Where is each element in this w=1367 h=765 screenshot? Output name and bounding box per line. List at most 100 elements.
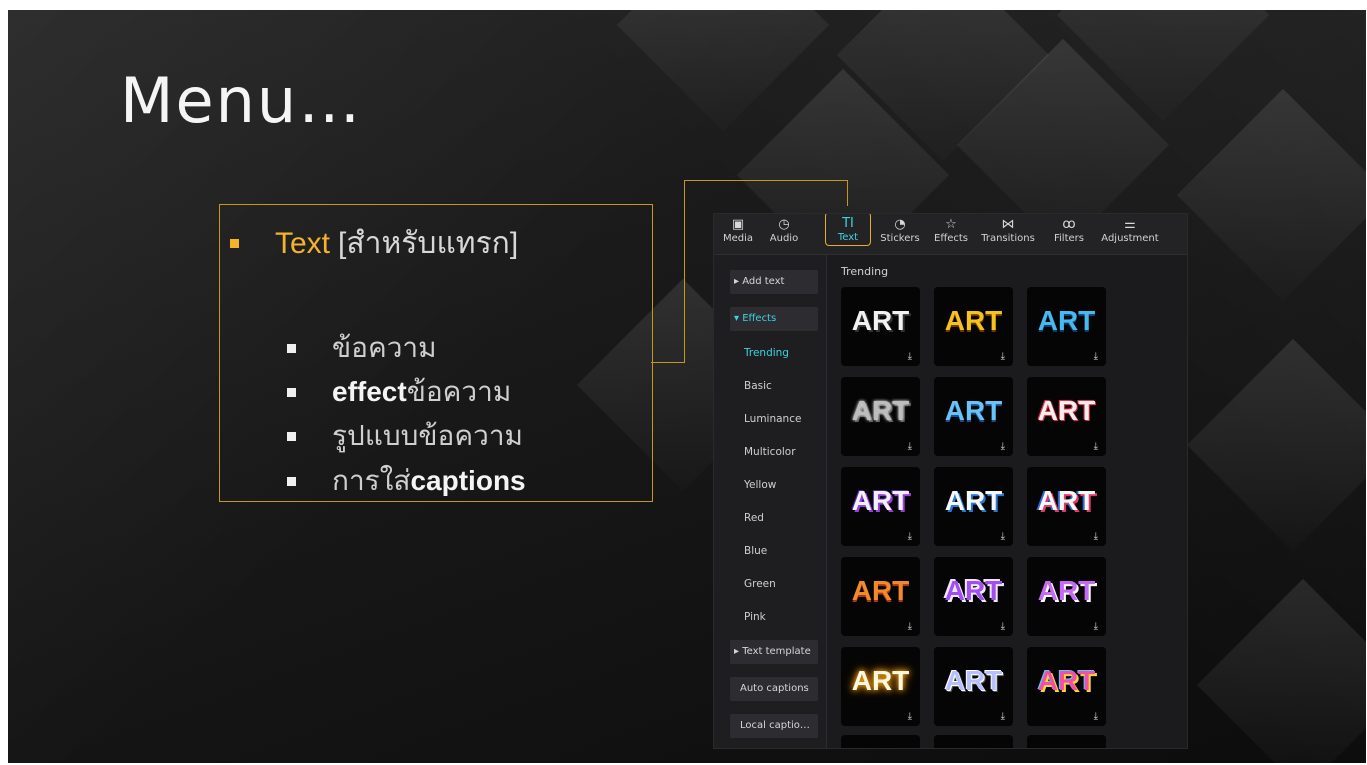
download-icon[interactable]: ⤓: [1001, 351, 1005, 362]
effect-tile[interactable]: ART ⤓: [841, 377, 920, 456]
tile-preview-text: ART: [851, 395, 910, 426]
effect-tile[interactable]: ART ⤓: [841, 647, 920, 726]
background-diamond: [1196, 578, 1366, 763]
category-trending[interactable]: Trending: [744, 347, 789, 359]
tab-label: Media: [722, 233, 754, 244]
tab-audio[interactable]: ◷ Audio: [764, 216, 804, 244]
category-blue[interactable]: Blue: [744, 545, 767, 557]
effect-tile[interactable]: ART ⤓: [841, 557, 920, 636]
tile-preview-text: ART: [944, 395, 1003, 426]
tab-text[interactable]: TI Text: [825, 214, 871, 246]
tab-label: Adjustment: [1101, 233, 1159, 244]
effect-tile[interactable]: ART ⤓: [1027, 647, 1106, 726]
adjustment-icon: ⚌: [1124, 217, 1136, 232]
sub-bullet-bold: effect: [332, 376, 407, 407]
effect-tile[interactable]: ART ⤓: [1027, 557, 1106, 636]
tab-media[interactable]: ▣ Media: [718, 216, 758, 244]
tile-preview-text: ART: [851, 305, 910, 336]
connector-line: [847, 180, 848, 206]
sub-bullet-text: ข้อความ: [332, 332, 437, 363]
tab-filters[interactable]: ꝏ Filters: [1048, 216, 1090, 244]
sub-bullet-text: ข้อความ: [406, 376, 512, 407]
download-icon[interactable]: ⤓: [1094, 441, 1098, 452]
slide-title: Menu…: [120, 64, 363, 137]
download-icon[interactable]: ⤓: [908, 351, 912, 362]
download-icon[interactable]: ⤓: [1094, 531, 1098, 542]
tab-adjustment[interactable]: ⚌ Adjustment: [1096, 216, 1164, 244]
category-pink[interactable]: Pink: [744, 611, 766, 623]
effect-tile[interactable]: ART ⤓: [1027, 467, 1106, 546]
tab-stickers[interactable]: ◔ Stickers: [876, 216, 924, 244]
tab-effects[interactable]: ☆ Effects: [930, 216, 972, 244]
sub-bullet-text: การใส่: [332, 465, 411, 496]
tile-preview-text: ART: [1037, 305, 1096, 336]
download-icon[interactable]: ⤓: [1001, 711, 1005, 722]
effect-tile[interactable]: ART ⤓: [934, 377, 1013, 456]
sub-bullet-text: รูปแบบข้อความ: [332, 420, 523, 451]
tile-preview-text: ART: [944, 665, 1003, 696]
tab-transitions[interactable]: ⋈ Transitions: [976, 216, 1040, 244]
sidebar-auto-captions[interactable]: Auto captions: [730, 677, 818, 701]
effect-tile[interactable]: ART ⤓: [1027, 377, 1106, 456]
effect-tile[interactable]: ART ⤓: [934, 287, 1013, 366]
tab-label: Audio: [769, 233, 799, 244]
category-luminance[interactable]: Luminance: [744, 413, 801, 425]
tile-preview-text: ART: [944, 305, 1003, 336]
download-icon[interactable]: ⤓: [1094, 621, 1098, 632]
download-icon[interactable]: ⤓: [1094, 351, 1098, 362]
bullet-text-label: Text: [275, 226, 331, 260]
effect-tile[interactable]: [841, 735, 920, 748]
download-icon[interactable]: ⤓: [1001, 531, 1005, 542]
bullet-text-note: [สำหรับแทรก]: [338, 227, 519, 260]
download-icon[interactable]: ⤓: [1094, 711, 1098, 722]
tile-preview-text: ART: [1037, 485, 1096, 516]
sub-bullet: การใส่ captions: [287, 459, 526, 503]
effect-tile[interactable]: ART ⤓: [1027, 287, 1106, 366]
category-red[interactable]: Red: [744, 512, 764, 524]
effect-tile[interactable]: [1027, 735, 1106, 748]
download-icon[interactable]: ⤓: [1001, 621, 1005, 632]
category-green[interactable]: Green: [744, 578, 776, 590]
sub-bullet: รูปแบบข้อความ: [287, 414, 523, 458]
effect-tile[interactable]: ART ⤓: [841, 287, 920, 366]
download-icon[interactable]: ⤓: [908, 621, 912, 632]
tile-preview-text: ART: [1037, 395, 1096, 426]
tab-label: Effects: [934, 233, 968, 244]
bullet-marker: [287, 343, 296, 353]
effect-tile[interactable]: ART ⤓: [934, 557, 1013, 636]
background-diamond: [1186, 338, 1366, 552]
connector-line: [684, 180, 848, 181]
tile-preview-text: ART: [1037, 575, 1096, 606]
effect-tile[interactable]: ART ⤓: [934, 467, 1013, 546]
sidebar-effects[interactable]: ▾ Effects: [730, 307, 818, 331]
tab-label: Transitions: [981, 233, 1035, 244]
category-basic[interactable]: Basic: [744, 380, 772, 392]
connector-line: [684, 180, 685, 363]
category-multicolor[interactable]: Multicolor: [744, 446, 796, 458]
download-icon[interactable]: ⤓: [1001, 441, 1005, 452]
tile-preview-text: ART: [944, 575, 1003, 606]
sidebar-add-text[interactable]: ▸ Add text: [730, 270, 818, 294]
sidebar-text-template[interactable]: ▸ Text template: [730, 640, 818, 664]
background-diamond: [1176, 88, 1366, 302]
download-icon[interactable]: ⤓: [908, 441, 912, 452]
connector-line: [651, 362, 685, 363]
effect-tile[interactable]: ART ⤓: [841, 467, 920, 546]
tab-label: Stickers: [880, 233, 920, 244]
bullet-text: Text [สำหรับแทรก]: [230, 220, 518, 267]
section-label: Trending: [841, 265, 889, 278]
sidebar-local-captions[interactable]: Local captio…: [730, 714, 818, 738]
tile-preview-text: ART: [944, 485, 1003, 516]
download-icon[interactable]: ⤓: [908, 531, 912, 542]
text-icon: TI: [842, 216, 854, 231]
transitions-icon: ⋈: [1001, 217, 1015, 232]
download-icon[interactable]: ⤓: [908, 711, 912, 722]
stickers-icon: ◔: [894, 217, 906, 232]
effect-tile[interactable]: ART ⤓: [934, 647, 1013, 726]
category-yellow[interactable]: Yellow: [744, 479, 776, 491]
bullet-marker: [287, 431, 296, 441]
effect-tile[interactable]: [934, 735, 1013, 748]
sidebar: ▸ Add text ▾ Effects Trending Basic Lumi…: [714, 255, 827, 748]
tile-preview-text: ART: [851, 485, 910, 516]
tab-label: Text: [837, 232, 859, 243]
